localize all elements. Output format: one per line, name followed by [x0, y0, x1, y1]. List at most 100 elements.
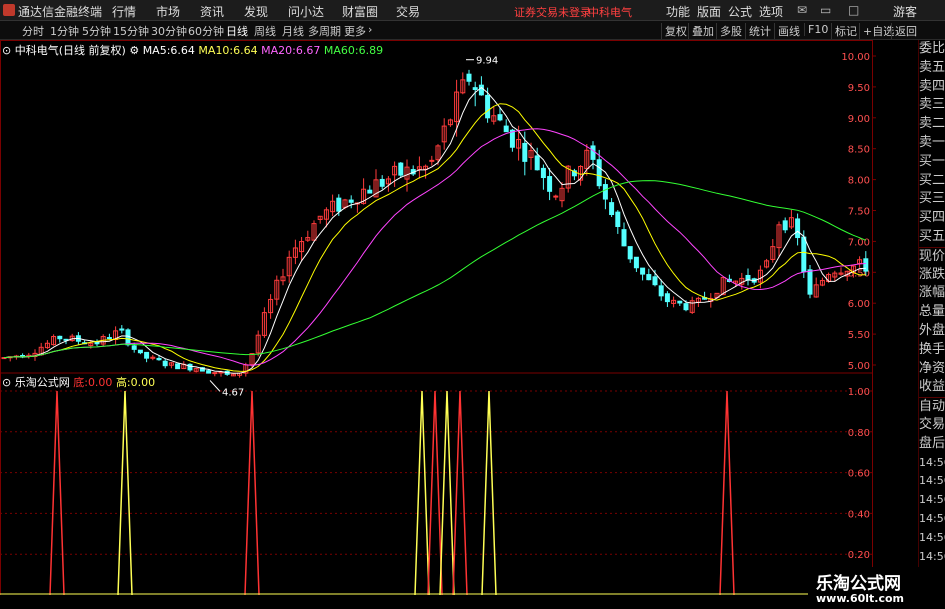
indicator-info: ⊙ 乐淘公式网 底:0.00 高:0.00 [2, 374, 155, 390]
app-window: 通达信金融终端 行情 市场 资讯 发现 问小达 财富圈 交易 证券交易未登录 中… [0, 0, 945, 609]
period-toolbar: 分时 1分钟 5分钟 15分钟 30分钟 60分钟 日线 周线 月线 多周期 更… [0, 21, 945, 40]
candle-body [801, 236, 807, 273]
period-30min[interactable]: 30分钟 [151, 23, 187, 39]
candle-body [131, 345, 137, 350]
candle-body [187, 363, 193, 371]
candle-body [379, 178, 385, 187]
menu-shichang[interactable]: 市场 [156, 3, 180, 20]
ma20-value: 6.67 [295, 44, 321, 57]
menu-faxian[interactable]: 发现 [244, 3, 268, 20]
candle-body [212, 372, 218, 375]
maximize-icon[interactable]: □ [848, 3, 859, 17]
main-chart-info: ⊙ 中科电气(日线 前复权) ⚙ MA5:6.64 MA10:6.64 MA20… [2, 42, 383, 58]
quote-panel: 委比 卖五 卖四 卖三 卖二 卖一 买一 买二 买三 买四 买五 现价 涨跌 涨幅 总量 外盘 换手 净资 收益 自动… [918, 40, 945, 609]
quote-label: 现价 [919, 246, 945, 264]
ma5-label: MA5: [142, 44, 171, 57]
menu-xuanxiang[interactable]: 选项 [759, 3, 783, 20]
btn-fuquan[interactable]: 复权 [661, 23, 687, 39]
candle-body [162, 360, 168, 367]
guest-label[interactable]: 游客 [893, 3, 917, 20]
quote-label: 卖一 [919, 134, 945, 150]
minimize-icon[interactable]: ▭ [820, 3, 831, 17]
date-axis [0, 595, 808, 609]
indicator-collapse-icon[interactable]: ⊙ [2, 376, 11, 389]
btn-duogu[interactable]: 多股 [716, 23, 742, 39]
candle-body [683, 303, 689, 311]
btn-huaxian[interactable]: 画线 [774, 23, 800, 39]
chart-collapse-icon[interactable]: ⊙ [2, 44, 11, 57]
btn-diejia[interactable]: 叠加 [688, 23, 714, 39]
candle-body [627, 246, 633, 260]
indicator-y-label: 0.20 [848, 550, 870, 561]
menu-hangqing[interactable]: 行情 [112, 3, 136, 20]
menu-wenxiaoda[interactable]: 问小达 [288, 3, 324, 20]
period-month[interactable]: 月线 [282, 23, 304, 39]
period-fenshi[interactable]: 分时 [22, 23, 44, 39]
quote-label: 14:56 [919, 474, 945, 488]
candle-body [144, 351, 150, 359]
period-5min[interactable]: 5分钟 [82, 23, 111, 39]
quote-label: 换手 [919, 341, 945, 357]
indicator-high-label: 高: [115, 376, 131, 389]
period-15min[interactable]: 15分钟 [113, 23, 149, 39]
candle-body [156, 357, 162, 361]
candle-body [646, 274, 652, 281]
quote-label: 14:56 [919, 549, 945, 563]
indicator-y-label: 0.40 [848, 509, 870, 520]
y-tick-label: 6.00 [848, 299, 870, 310]
y-tick-label: 9.00 [848, 114, 870, 125]
btn-fanhui[interactable]: 返回 [891, 23, 917, 39]
indicator-low-label: 底: [73, 376, 88, 389]
candle-body [652, 276, 658, 286]
candle-body [398, 162, 404, 176]
indicator-spike [427, 390, 443, 596]
quote-label: 14:56 [919, 511, 945, 525]
btn-f10[interactable]: F10 [804, 23, 828, 36]
candle-body [596, 159, 602, 187]
ma60-value: 6.89 [358, 44, 384, 57]
menu-gongneng[interactable]: 功能 [666, 3, 690, 20]
quote-label: 买三 [919, 191, 945, 207]
menu-banmian[interactable]: 版面 [697, 3, 721, 20]
candle-body [540, 167, 546, 179]
indicator-y-label: 0.60 [848, 469, 870, 480]
period-multi[interactable]: 多周期 [308, 23, 341, 39]
low-price-label: 4.67 [222, 387, 244, 398]
indicator-name[interactable]: 乐淘公式网 [15, 376, 70, 389]
quote-label: 交易 [919, 416, 945, 432]
candle-body [602, 184, 608, 200]
period-day[interactable]: 日线 [226, 23, 248, 39]
menu-zixun[interactable]: 资讯 [200, 3, 224, 20]
period-60min[interactable]: 60分钟 [188, 23, 224, 39]
quote-label: 外盘 [919, 322, 945, 338]
login-warning[interactable]: 证券交易未登录 [514, 4, 591, 20]
candle-body [367, 189, 373, 194]
btn-biaoji[interactable]: 标记 [831, 23, 857, 39]
quote-label: 委比 [919, 41, 945, 56]
more-chevron-icon[interactable]: › [368, 23, 372, 36]
candle-body [175, 363, 181, 370]
candle-body [57, 335, 63, 340]
period-1min[interactable]: 1分钟 [50, 23, 79, 39]
settings-icon[interactable]: ⚙ [129, 44, 139, 57]
period-more[interactable]: 更多 [344, 23, 366, 39]
kline-chart[interactable]: 10.009.509.008.508.007.507.006.506.005.5… [0, 40, 918, 609]
y-tick-label: 7.50 [848, 207, 870, 218]
quote-label: 买一 [919, 153, 945, 169]
ma10-label: MA10: [198, 44, 234, 57]
stock-name-label: 中科电气 [588, 6, 632, 19]
indicator-spike [481, 390, 497, 596]
btn-tongji[interactable]: 统计 [745, 23, 771, 39]
mail-icon[interactable]: ✉ [797, 3, 807, 17]
candle-body [106, 337, 112, 340]
menu-caifuquan[interactable]: 财富圈 [342, 3, 378, 20]
indicator-high-value: 0.00 [130, 376, 156, 389]
candle-body [664, 293, 670, 303]
period-week[interactable]: 周线 [254, 23, 276, 39]
app-logo-icon [3, 4, 15, 16]
menu-jiaoyi[interactable]: 交易 [396, 3, 420, 20]
candle-body [590, 145, 596, 160]
menu-gongshi[interactable]: 公式 [728, 3, 752, 20]
y-tick-label: 7.00 [848, 237, 870, 248]
btn-zixuan[interactable]: +自选 [859, 23, 894, 39]
